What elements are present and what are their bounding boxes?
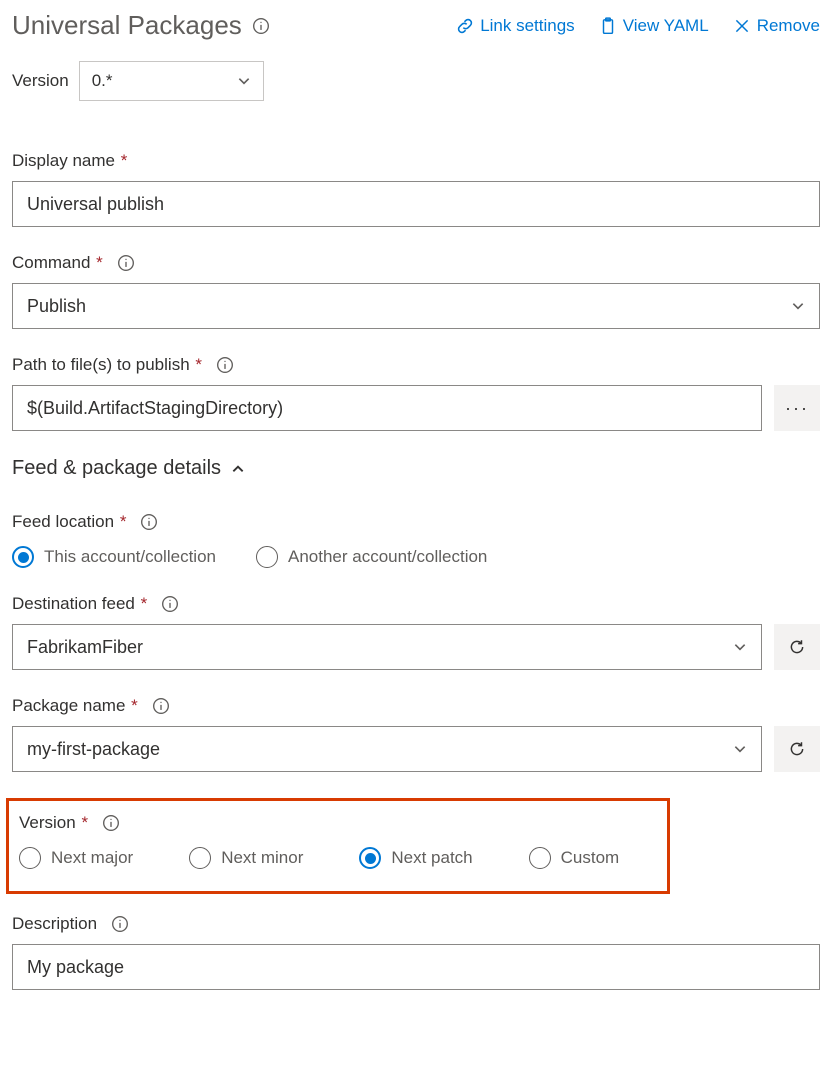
radio-another-label: Another account/collection <box>288 547 487 567</box>
description-field: Description <box>12 914 820 990</box>
chevron-up-icon <box>231 462 245 476</box>
browse-button[interactable]: ··· <box>774 385 820 431</box>
chevron-down-icon <box>791 299 805 313</box>
radio-another-account[interactable]: Another account/collection <box>256 546 487 568</box>
package-name-field: Package name * my-first-package <box>12 696 820 772</box>
header-row: Universal Packages Link settings View YA… <box>12 10 820 41</box>
feed-location-label: Feed location * <box>12 512 126 532</box>
refresh-icon <box>788 638 806 656</box>
dest-feed-select[interactable]: FabrikamFiber <box>12 624 762 670</box>
description-label: Description <box>12 914 97 934</box>
radio-major-label: Next major <box>51 848 133 868</box>
radio-next-minor[interactable]: Next minor <box>189 847 303 869</box>
close-icon <box>733 17 751 35</box>
remove-button[interactable]: Remove <box>733 16 820 36</box>
view-yaml-label: View YAML <box>623 16 709 36</box>
package-name-value: my-first-package <box>27 739 160 760</box>
link-settings-button[interactable]: Link settings <box>456 16 575 36</box>
link-settings-label: Link settings <box>480 16 575 36</box>
display-name-field: Display name * <box>12 151 820 227</box>
remove-label: Remove <box>757 16 820 36</box>
refresh-button[interactable] <box>774 726 820 772</box>
chevron-down-icon <box>237 74 251 88</box>
header-left: Universal Packages <box>12 10 270 41</box>
command-field: Command * Publish <box>12 253 820 329</box>
dest-feed-label: Destination feed * <box>12 594 147 614</box>
dest-feed-value: FabrikamFiber <box>27 637 143 658</box>
radio-this-account[interactable]: This account/collection <box>12 546 216 568</box>
section-feed-package[interactable]: Feed & package details <box>12 457 820 480</box>
chevron-down-icon <box>733 640 747 654</box>
radio-next-patch[interactable]: Next patch <box>359 847 472 869</box>
feed-location-field: Feed location * This account/collection … <box>12 512 820 568</box>
dest-feed-field: Destination feed * FabrikamFiber <box>12 594 820 670</box>
radio-next-major[interactable]: Next major <box>19 847 133 869</box>
display-name-label: Display name * <box>12 151 127 171</box>
top-version-value: 0.* <box>92 71 113 91</box>
info-icon[interactable] <box>117 254 135 272</box>
page-title: Universal Packages <box>12 10 242 41</box>
view-yaml-button[interactable]: View YAML <box>599 16 709 36</box>
refresh-icon <box>788 740 806 758</box>
info-icon[interactable] <box>252 17 270 35</box>
package-name-label: Package name * <box>12 696 138 716</box>
display-name-input[interactable] <box>12 181 820 227</box>
link-icon <box>456 17 474 35</box>
ellipsis-icon: ··· <box>785 398 809 419</box>
radio-this-label: This account/collection <box>44 547 216 567</box>
section-title: Feed & package details <box>12 457 221 480</box>
top-version-row: Version 0.* <box>12 61 820 101</box>
chevron-down-icon <box>733 742 747 756</box>
info-icon[interactable] <box>140 513 158 531</box>
header-actions: Link settings View YAML Remove <box>456 16 820 36</box>
info-icon[interactable] <box>111 915 129 933</box>
radio-custom-label: Custom <box>561 848 620 868</box>
radio-custom[interactable]: Custom <box>529 847 620 869</box>
clipboard-icon <box>599 17 617 35</box>
radio-minor-label: Next minor <box>221 848 303 868</box>
info-icon[interactable] <box>161 595 179 613</box>
info-icon[interactable] <box>102 814 120 832</box>
command-label: Command * <box>12 253 103 273</box>
radio-patch-label: Next patch <box>391 848 472 868</box>
description-input[interactable] <box>12 944 820 990</box>
refresh-button[interactable] <box>774 624 820 670</box>
info-icon[interactable] <box>152 697 170 715</box>
path-label: Path to file(s) to publish * <box>12 355 202 375</box>
version-label: Version * <box>19 813 88 833</box>
version-section-highlight: Version * Next major Next minor Next pat… <box>6 798 670 894</box>
package-name-select[interactable]: my-first-package <box>12 726 762 772</box>
path-field: Path to file(s) to publish * ··· <box>12 355 820 431</box>
path-input[interactable] <box>12 385 762 431</box>
top-version-label: Version <box>12 71 69 91</box>
top-version-select[interactable]: 0.* <box>79 61 264 101</box>
info-icon[interactable] <box>216 356 234 374</box>
command-value: Publish <box>27 296 86 317</box>
command-select[interactable]: Publish <box>12 283 820 329</box>
